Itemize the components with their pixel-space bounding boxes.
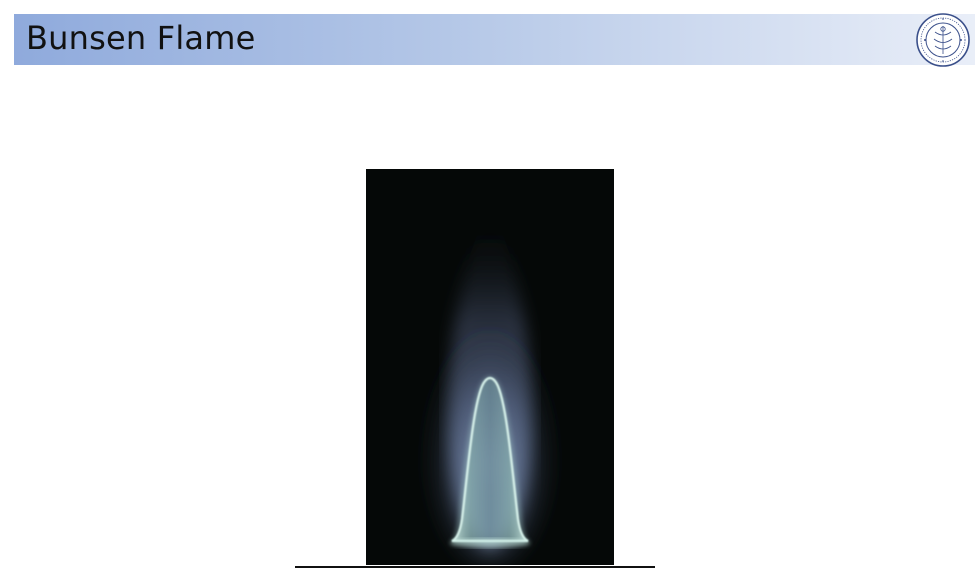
title-bar: Bunsen Flame: [14, 14, 975, 65]
slide-title: Bunsen Flame: [26, 19, 256, 57]
flame-illustration: [366, 169, 614, 569]
bunsen-flame-photo: [366, 169, 614, 569]
baseline-rule: [295, 566, 655, 568]
institute-seal-icon: [916, 13, 970, 67]
